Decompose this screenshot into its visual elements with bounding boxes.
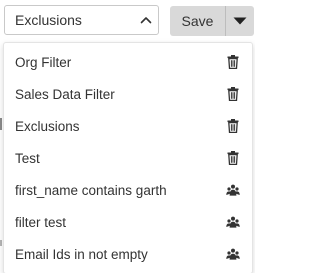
shared-users-icon (226, 182, 240, 198)
menu-item-label: Exclusions (15, 118, 80, 134)
menu-item-email-ids-not-empty[interactable]: Email Ids in not empty (4, 238, 252, 270)
menu-item-filter-test[interactable]: filter test (4, 206, 252, 238)
menu-item-org-filter[interactable]: Org Filter (4, 46, 252, 78)
menu-item-label: Org Filter (15, 54, 72, 70)
menu-item-label: Test (15, 150, 40, 166)
menu-item-exclusions[interactable]: Exclusions (4, 110, 252, 142)
menu-item-first-name-contains-garth[interactable]: first_name contains garth (4, 174, 252, 206)
menu-item-sales-data-filter[interactable]: Sales Data Filter (4, 78, 252, 110)
save-button[interactable]: Save (170, 6, 225, 36)
menu-item-label: first_name contains garth (15, 182, 167, 198)
trash-icon[interactable] (226, 150, 240, 166)
menu-item-label: filter test (15, 214, 67, 230)
menu-item-test[interactable]: Test (4, 142, 252, 174)
caret-down-icon (233, 17, 247, 25)
background-page-edge-lower (0, 240, 2, 246)
saved-filter-select[interactable]: Exclusions (4, 5, 159, 35)
trash-icon[interactable] (226, 54, 240, 70)
chevron-up-icon (134, 6, 158, 34)
menu-item-label: Sales Data Filter (15, 86, 115, 102)
background-page-edge (0, 118, 2, 130)
save-options-button[interactable] (226, 6, 254, 36)
shared-users-icon (226, 214, 240, 230)
save-split-button: Save (170, 6, 254, 36)
saved-filter-select-value: Exclusions (15, 12, 82, 28)
filter-toolbar: Exclusions Save Org Filter Sales Data Fi… (0, 0, 255, 273)
shared-users-icon (226, 246, 240, 262)
menu-item-label: Email Ids in not empty (15, 246, 148, 262)
trash-icon[interactable] (226, 118, 240, 134)
saved-filters-menu: Org Filter Sales Data Filter Exclusions … (3, 42, 253, 273)
trash-icon[interactable] (226, 86, 240, 102)
